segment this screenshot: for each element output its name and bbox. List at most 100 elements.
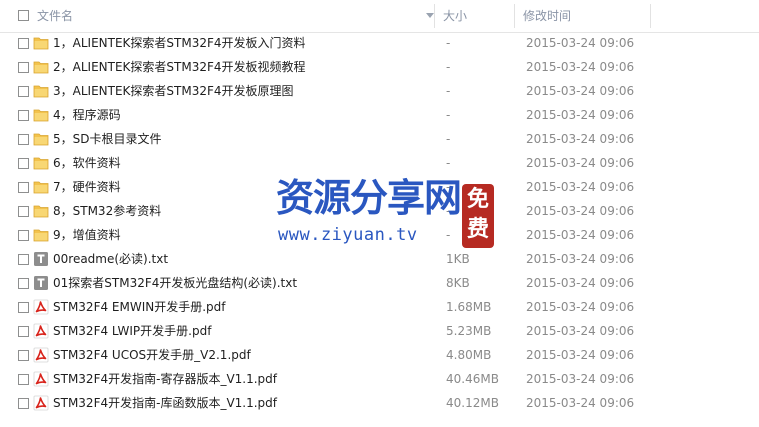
row-checkbox[interactable]: [18, 374, 29, 385]
file-modified-date: 2015-03-24 09:06: [526, 396, 635, 410]
size-column-header[interactable]: 大小: [443, 0, 513, 32]
row-checkbox[interactable]: [18, 38, 29, 49]
seal-char: 费: [466, 216, 489, 242]
name-column-label: 文件名: [37, 9, 74, 23]
column-header: 文件名 大小 修改时间: [0, 0, 759, 33]
row-checkbox[interactable]: [18, 350, 29, 361]
file-size: 40.12MB: [446, 396, 499, 410]
file-modified-date: 2015-03-24 09:06: [526, 300, 635, 314]
file-name[interactable]: 7，硬件资料: [53, 175, 121, 199]
file-name[interactable]: STM32F4 UCOS开发手册_V2.1.pdf: [53, 343, 251, 367]
file-size: -: [446, 132, 451, 146]
file-row[interactable]: STM32F4开发指南-库函数版本_V1.1.pdf 40.12MB 2015-03…: [0, 391, 759, 415]
file-row[interactable]: 1，ALIENTEK探索者STM32F4开发板入门资料 - 2015-03-24 0…: [0, 31, 759, 55]
file-name[interactable]: 5，SD卡根目录文件: [53, 127, 162, 151]
file-row[interactable]: 5，SD卡根目录文件 - 2015-03-24 09:06: [0, 127, 759, 151]
watermark-title: 资源分享网: [276, 175, 462, 220]
file-name[interactable]: STM32F4 LWIP开发手册.pdf: [53, 319, 211, 343]
pdf-file-icon: [33, 395, 49, 411]
file-modified-date: 2015-03-24 09:06: [526, 372, 635, 386]
file-name[interactable]: 2，ALIENTEK探索者STM32F4开发板视频教程: [53, 55, 306, 79]
row-checkbox[interactable]: [18, 158, 29, 169]
pdf-file-icon: [33, 323, 49, 339]
file-size: 4.80MB: [446, 348, 492, 362]
file-name[interactable]: 1，ALIENTEK探索者STM32F4开发板入门资料: [53, 31, 306, 55]
sort-down-icon[interactable]: [426, 13, 434, 18]
date-column-label: 修改时间: [523, 9, 572, 23]
pdf-file-icon: [33, 299, 49, 315]
text-file-icon: [34, 276, 48, 290]
watermark-url: www.ziyuan.tv: [278, 225, 418, 245]
file-name[interactable]: STM32F4开发指南-寄存器版本_V1.1.pdf: [53, 367, 277, 391]
seal-char: 免: [466, 186, 489, 212]
file-size: -: [446, 60, 451, 74]
file-modified-date: 2015-03-24 09:06: [526, 156, 635, 170]
file-size: -: [446, 84, 451, 98]
row-checkbox[interactable]: [18, 62, 29, 73]
folder-icon: [33, 157, 49, 170]
file-modified-date: 2015-03-24 09:06: [526, 228, 635, 242]
date-column-header[interactable]: 修改时间: [523, 0, 643, 32]
file-modified-date: 2015-03-24 09:06: [526, 252, 635, 266]
file-row[interactable]: STM32F4 UCOS开发手册_V2.1.pdf 4.80MB 2015-03-2…: [0, 343, 759, 367]
file-name[interactable]: 8，STM32参考资料: [53, 199, 161, 223]
row-checkbox[interactable]: [18, 230, 29, 241]
column-divider[interactable]: [514, 4, 515, 28]
file-size: -: [446, 156, 451, 170]
watermark: 资源分享网 www.ziyuan.tv 免 费: [276, 176, 496, 252]
file-size: 5.23MB: [446, 324, 492, 338]
column-divider[interactable]: [650, 4, 651, 28]
folder-icon: [33, 205, 49, 218]
size-column-label: 大小: [443, 9, 468, 23]
row-checkbox[interactable]: [18, 206, 29, 217]
column-divider[interactable]: [434, 4, 435, 28]
file-size: 1.68MB: [446, 300, 492, 314]
row-checkbox[interactable]: [18, 398, 29, 409]
file-modified-date: 2015-03-24 09:06: [526, 324, 635, 338]
file-modified-date: 2015-03-24 09:06: [526, 36, 635, 50]
file-size: -: [446, 108, 451, 122]
folder-icon: [33, 85, 49, 98]
row-checkbox[interactable]: [18, 254, 29, 265]
file-row[interactable]: STM32F4开发指南-寄存器版本_V1.1.pdf 40.46MB 2015-03…: [0, 367, 759, 391]
file-modified-date: 2015-03-24 09:06: [526, 276, 635, 290]
row-checkbox[interactable]: [18, 326, 29, 337]
file-name[interactable]: 00readme(必读).txt: [53, 247, 168, 271]
file-modified-date: 2015-03-24 09:06: [526, 348, 635, 362]
row-checkbox[interactable]: [18, 278, 29, 289]
file-modified-date: 2015-03-24 09:06: [526, 132, 635, 146]
watermark-seal: 免 费: [462, 184, 494, 248]
file-row[interactable]: 01探索者STM32F4开发板光盘结构(必读).txt 8KB 2015-03-24…: [0, 271, 759, 295]
folder-icon: [33, 229, 49, 242]
select-all-checkbox[interactable]: [18, 10, 29, 21]
file-name[interactable]: 4，程序源码: [53, 103, 121, 127]
file-name[interactable]: STM32F4 EMWIN开发手册.pdf: [53, 295, 226, 319]
file-row[interactable]: STM32F4 LWIP开发手册.pdf 5.23MB 2015-03-24 09:…: [0, 319, 759, 343]
file-row[interactable]: 4，程序源码 - 2015-03-24 09:06: [0, 103, 759, 127]
file-row[interactable]: 2，ALIENTEK探索者STM32F4开发板视频教程 - 2015-03-24 0…: [0, 55, 759, 79]
file-name[interactable]: 6，软件资料: [53, 151, 121, 175]
pdf-file-icon: [33, 347, 49, 363]
file-name[interactable]: 3，ALIENTEK探索者STM32F4开发板原理图: [53, 79, 294, 103]
file-size: -: [446, 36, 451, 50]
file-row[interactable]: 6，软件资料 - 2015-03-24 09:06: [0, 151, 759, 175]
row-checkbox[interactable]: [18, 86, 29, 97]
file-modified-date: 2015-03-24 09:06: [526, 180, 635, 194]
name-column-header[interactable]: 文件名: [37, 0, 432, 32]
folder-icon: [33, 37, 49, 50]
file-name[interactable]: STM32F4开发指南-库函数版本_V1.1.pdf: [53, 391, 277, 415]
row-checkbox[interactable]: [18, 110, 29, 121]
file-name[interactable]: 9，增值资料: [53, 223, 121, 247]
folder-icon: [33, 61, 49, 74]
file-modified-date: 2015-03-24 09:06: [526, 204, 635, 218]
folder-icon: [33, 109, 49, 122]
file-row[interactable]: 3，ALIENTEK探索者STM32F4开发板原理图 - 2015-03-24 09…: [0, 79, 759, 103]
text-file-icon: [34, 252, 48, 266]
row-checkbox[interactable]: [18, 134, 29, 145]
file-modified-date: 2015-03-24 09:06: [526, 84, 635, 98]
file-name[interactable]: 01探索者STM32F4开发板光盘结构(必读).txt: [53, 271, 297, 295]
row-checkbox[interactable]: [18, 182, 29, 193]
file-row[interactable]: STM32F4 EMWIN开发手册.pdf 1.68MB 2015-03-24 09…: [0, 295, 759, 319]
row-checkbox[interactable]: [18, 302, 29, 313]
folder-icon: [33, 133, 49, 146]
